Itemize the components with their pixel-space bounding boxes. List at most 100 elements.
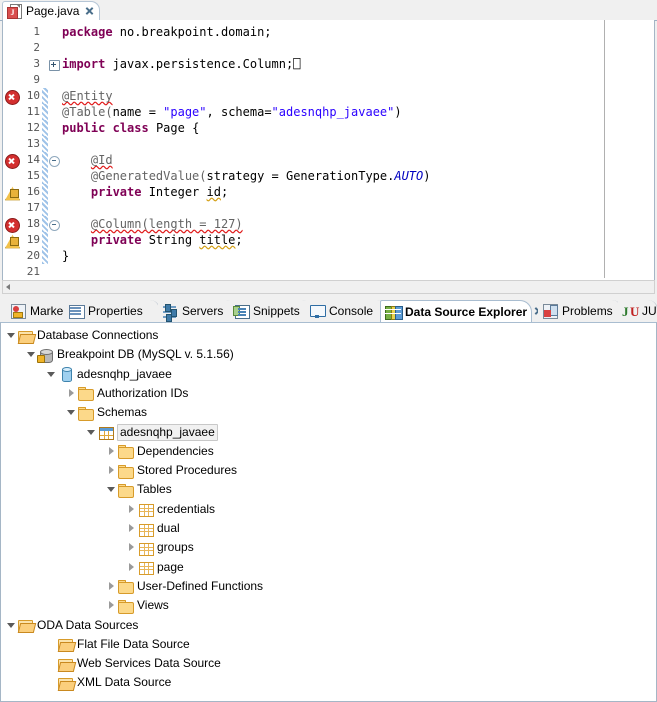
expand-arrow-right-icon[interactable] — [105, 577, 117, 596]
tree-item[interactable]: ODA Data Sources — [5, 616, 138, 635]
code-line[interactable]: @Id — [60, 152, 654, 168]
expand-arrow-right-icon[interactable] — [125, 519, 137, 538]
code-line[interactable]: @Column(length = 127) — [60, 216, 654, 232]
error-marker-icon[interactable] — [5, 218, 20, 233]
error-marker-icon[interactable] — [5, 154, 20, 169]
editor-horizontal-scrollbar[interactable] — [2, 280, 655, 294]
code-editor[interactable]: 1 2 3 9 10 11 12 13 14 15 16 17 18 19 20 21 package no.… — [2, 20, 655, 280]
line-number: 15 — [26, 169, 40, 182]
code-line[interactable]: import javax.persistence.Column;⎕ — [60, 56, 654, 72]
open-folder-icon — [17, 328, 37, 344]
code-token: class — [112, 121, 149, 135]
folding-ruler[interactable] — [48, 20, 60, 280]
code-line[interactable]: } — [60, 248, 654, 264]
tree-item-label: ODA Data Sources — [37, 617, 139, 632]
expand-arrow-right-icon[interactable] — [105, 461, 117, 480]
code-line[interactable]: @Table(name = "page", schema="adesnqhp_j… — [60, 104, 654, 120]
tree-item[interactable]: adesnqhp_javaee — [85, 423, 218, 442]
view-tab-data-source-explorer[interactable]: Data Source Explorer — [380, 300, 532, 322]
line-number: 16 — [26, 185, 40, 198]
tree-item[interactable]: dual — [125, 519, 180, 538]
tree-item[interactable]: adesnqhp_javaee — [45, 365, 172, 384]
tree-item-label: Web Services Data Source — [77, 656, 221, 671]
expand-arrow-down-icon[interactable] — [25, 345, 37, 364]
expand-arrow-down-icon[interactable] — [105, 480, 117, 499]
code-token: javax.persistence.Column; — [105, 57, 294, 71]
tree-item-label: adesnqhp_javaee — [117, 423, 218, 441]
code-line[interactable] — [60, 136, 654, 152]
annotation-ruler[interactable] — [3, 20, 20, 280]
code-token: AUTO — [394, 169, 424, 183]
tree-item[interactable]: Stored Procedures — [105, 461, 237, 480]
view-tab-label: Data Source Explorer — [405, 304, 528, 319]
fold-collapse-icon[interactable] — [49, 220, 60, 231]
code-line[interactable]: public class Page { — [60, 120, 654, 136]
close-icon[interactable] — [84, 6, 95, 17]
expand-arrow-down-icon[interactable] — [5, 326, 17, 345]
code-line[interactable]: private String title; — [60, 232, 654, 248]
code-line[interactable] — [60, 200, 654, 216]
view-tab-jun[interactable]: JUJUn — [618, 300, 657, 322]
expand-arrow-down-icon[interactable] — [65, 403, 77, 422]
data-source-explorer-view[interactable]: Database Connections Breakpoint DB (MySQL… — [0, 322, 657, 702]
tree-item[interactable]: User-Defined Functions — [105, 577, 263, 596]
folder-icon — [117, 482, 134, 498]
view-tab-servers[interactable]: Servers — [158, 300, 236, 322]
expand-arrow-right-icon[interactable] — [125, 558, 137, 577]
view-tab-snippets[interactable]: Snippets — [229, 300, 312, 322]
view-tab-label: Snippets — [253, 304, 300, 318]
fold-expand-icon[interactable] — [49, 60, 60, 71]
source-text[interactable]: package no.breakpoint.domain; import java… — [60, 20, 654, 280]
tree-item[interactable]: Web Services Data Source — [45, 654, 221, 673]
tree-item[interactable]: page — [125, 558, 184, 577]
fold-collapse-icon[interactable] — [49, 156, 60, 167]
expand-arrow-right-icon[interactable] — [105, 442, 117, 461]
tree-item[interactable]: Views — [105, 596, 169, 615]
code-line[interactable] — [60, 40, 654, 56]
expand-arrow-down-icon[interactable] — [85, 423, 97, 442]
tree-item[interactable]: groups — [125, 538, 194, 557]
code-line[interactable]: @Entity — [60, 88, 654, 104]
editor-tab-page-java[interactable]: J Page.java — [2, 1, 101, 20]
tree-item[interactable]: Tables — [105, 480, 172, 499]
tree-item[interactable]: XML Data Source — [45, 673, 171, 692]
tree-item[interactable]: Authorization IDs — [65, 384, 188, 403]
code-line[interactable]: package no.breakpoint.domain; — [60, 24, 654, 40]
view-tab-label: Console — [329, 304, 374, 318]
code-line[interactable]: @GeneratedValue(strategy = GenerationTyp… — [60, 168, 654, 184]
expand-arrow-right-icon[interactable] — [65, 384, 77, 403]
code-line[interactable]: private Integer id; — [60, 184, 654, 200]
view-tab-console[interactable]: Console — [305, 300, 387, 322]
scroll-left-icon[interactable] — [6, 284, 10, 290]
tree-item[interactable]: Schemas — [65, 403, 147, 422]
view-tab-label: JUn — [642, 304, 657, 318]
view-tab-problems[interactable]: Problems — [538, 300, 622, 322]
code-token: @GeneratedValue( — [90, 169, 207, 183]
expand-arrow-down-icon[interactable] — [45, 365, 57, 384]
tree-item-label: Flat File Data Source — [77, 636, 190, 651]
expand-arrow-down-icon[interactable] — [5, 616, 17, 635]
tree-item-label: Breakpoint DB (MySQL v. 5.1.56) — [57, 347, 234, 362]
code-token: Integer — [141, 185, 207, 199]
tree-item[interactable]: Flat File Data Source — [45, 635, 190, 654]
tree-item-label: credentials — [157, 501, 216, 516]
code-line[interactable] — [60, 264, 654, 280]
expand-arrow-right-icon[interactable] — [125, 500, 137, 519]
expand-arrow-right-icon[interactable] — [125, 538, 137, 557]
code-line[interactable] — [60, 72, 654, 88]
tree-item[interactable]: Breakpoint DB (MySQL v. 5.1.56) — [25, 345, 234, 364]
expand-arrow-right-icon[interactable] — [105, 596, 117, 615]
code-token: no.breakpoint.domain; — [112, 25, 272, 39]
editor-tab-bar: J Page.java — [0, 0, 657, 21]
code-token: ) — [394, 105, 402, 119]
tree-item[interactable]: Dependencies — [105, 442, 214, 461]
lock-overlay-icon — [10, 237, 19, 246]
view-tab-label: Problems — [562, 304, 613, 318]
tree-item[interactable]: Database Connections — [5, 326, 158, 345]
console-icon — [309, 303, 326, 319]
view-tab-properties[interactable]: Properties — [64, 300, 160, 322]
tree-item[interactable]: credentials — [125, 500, 215, 519]
error-marker-icon[interactable] — [5, 90, 20, 105]
